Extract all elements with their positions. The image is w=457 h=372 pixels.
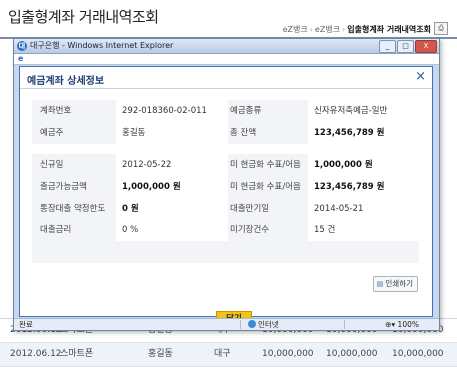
status-divider	[344, 320, 345, 329]
info-value: 0 %	[116, 219, 228, 242]
page-title: 입출형계좌 거래내역조회	[8, 8, 159, 26]
breadcrumb-item[interactable]: eZ뱅크	[283, 25, 308, 34]
cell-name: 홍길동	[148, 349, 173, 359]
breadcrumb-separator: ›	[309, 25, 313, 34]
info-label: 출금가능금액	[40, 181, 87, 192]
info-label: 미 현금화 수표/어음	[230, 160, 301, 170]
cell-amount: 10,000,000	[262, 349, 314, 359]
cell-branch: 대구	[214, 349, 231, 359]
account-detail-section: 신규일 2012-05-22 미 현금화 수표/어음 1,000,000 원 출…	[32, 154, 419, 263]
info-row: 예금주 홍길동 총 잔액 123,456,789 원	[32, 122, 419, 144]
info-label: 예금주	[40, 128, 64, 138]
window-close-button[interactable]: X	[415, 40, 437, 53]
info-row: 대출금리 0 % 미기장건수 15 건	[32, 219, 419, 242]
dialog-header: 예금계좌 상세정보 ×	[20, 67, 432, 89]
info-value: 123,456,789 원	[308, 122, 419, 144]
info-value: 1,000,000 원	[116, 175, 228, 198]
table-row[interactable]: 2012.06.12 스마트폰 홍길동 대구 10,000,000 10,000…	[0, 343, 457, 367]
address-bar[interactable]: e	[14, 54, 439, 65]
zoom-icon: ⊕▾	[385, 320, 398, 329]
close-icon[interactable]: ×	[415, 70, 426, 84]
cell-date: 2012.06.12	[10, 349, 62, 359]
browser-title: 대구은행 - Windows Internet Explorer	[30, 41, 174, 50]
status-divider	[240, 320, 241, 329]
account-detail-dialog: 예금계좌 상세정보 × 계좌번호 292-018360-02-011 예금종류 …	[19, 66, 433, 328]
dialog-title: 예금계좌 상세정보	[27, 76, 105, 87]
zone-label: 인터넷	[258, 320, 279, 329]
zoom-level: 100%	[397, 320, 419, 329]
info-label: 신규일	[40, 160, 64, 170]
info-label: 대출만기일	[230, 203, 270, 214]
breadcrumb-current: 입출형계좌 거래내역조회	[347, 25, 431, 34]
info-value: 123,456,789 원	[308, 175, 419, 198]
breadcrumb-separator: ›	[342, 25, 346, 34]
info-label: 총 잔액	[230, 128, 257, 138]
window-controls: _ □ X	[379, 40, 437, 53]
cell-etc: 10,000,000	[392, 349, 444, 359]
info-value: 292-018360-02-011	[116, 100, 228, 122]
cell-balance: 10,000,000	[326, 349, 378, 359]
printer-icon: ▤	[376, 280, 384, 288]
breadcrumb: eZ뱅크 › eZ뱅크 › 입출형계좌 거래내역조회	[283, 24, 431, 35]
info-value: 0 원	[116, 197, 228, 220]
info-label: 계좌번호	[40, 106, 72, 116]
info-label: 통장대출 약정한도	[40, 203, 106, 214]
bank-logo-icon: 대	[17, 41, 27, 51]
maximize-button[interactable]: □	[397, 40, 414, 53]
info-label: 미기장건수	[230, 225, 270, 236]
info-row: 출금가능금액 1,000,000 원 미 현금화 수표/어음 123,456,7…	[32, 175, 419, 198]
account-summary-section: 계좌번호 292-018360-02-011 예금종류 신자유저축예금-일반 예…	[32, 100, 419, 144]
zoom-control[interactable]: ⊕▾ 100%	[385, 319, 419, 330]
status-text: 완료	[19, 320, 33, 329]
info-value: 2012-05-22	[116, 154, 228, 176]
security-zone[interactable]: 인터넷	[248, 319, 279, 330]
cell-type: 스마트폰	[60, 349, 94, 359]
info-label: 예금종류	[230, 106, 262, 116]
ie-page-icon: e	[18, 54, 24, 63]
status-bar: 완료 인터넷 ⊕▾ 100%	[14, 318, 439, 330]
info-row: 계좌번호 292-018360-02-011 예금종류 신자유저축예금-일반	[32, 100, 419, 122]
print-button-label: 인쇄하기	[385, 279, 413, 288]
info-value: 15 건	[308, 219, 419, 242]
minimize-button[interactable]: _	[379, 40, 396, 53]
info-value: 신자유저축예금-일반	[308, 100, 419, 122]
info-value: 홍길동	[116, 122, 228, 144]
info-row: 신규일 2012-05-22 미 현금화 수표/어음 1,000,000 원	[32, 154, 419, 176]
browser-title-bar[interactable]: 대 대구은행 - Windows Internet Explorer _ □ X	[14, 39, 439, 54]
print-button[interactable]: ▤ 인쇄하기	[372, 276, 418, 292]
popup-browser-window: 대 대구은행 - Windows Internet Explorer _ □ X…	[13, 38, 440, 331]
info-label: 미 현금화 수표/어음	[230, 181, 301, 192]
info-row: 통장대출 약정한도 0 원 대출만기일 2014-05-21	[32, 197, 419, 220]
globe-icon	[248, 320, 256, 328]
info-value: 1,000,000 원	[308, 154, 419, 176]
info-value: 2014-05-21	[308, 197, 419, 220]
info-label: 대출금리	[40, 225, 72, 236]
breadcrumb-item[interactable]: eZ뱅크	[315, 25, 340, 34]
print-icon[interactable]: ⎙	[434, 22, 448, 35]
